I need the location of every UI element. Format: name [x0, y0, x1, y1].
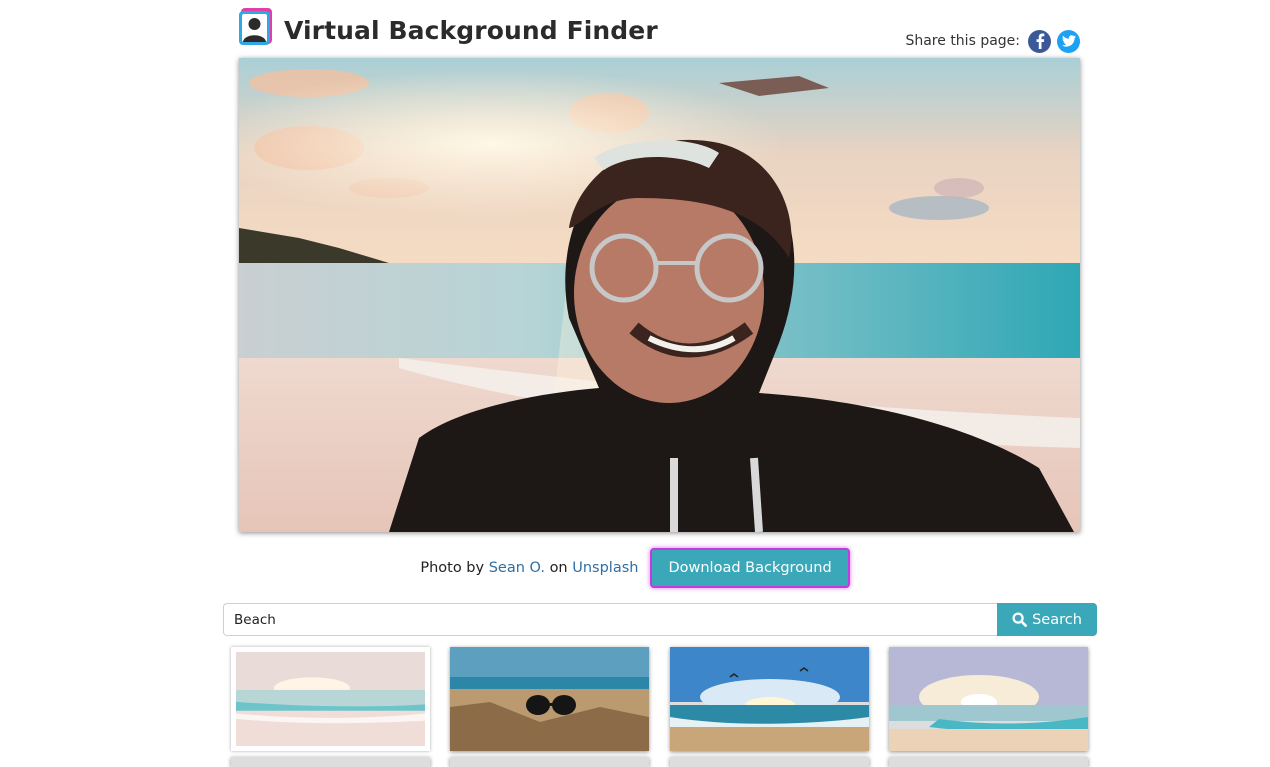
thumbnail-row2-1[interactable] — [231, 757, 430, 767]
credit-middle: on — [549, 560, 568, 576]
share-bar: Share this page: — [905, 28, 1080, 54]
thumbnail-grid — [231, 647, 1091, 767]
header: Virtual Background Finder Share this pag… — [238, 6, 1080, 54]
thumbnail-image — [450, 647, 649, 751]
thumbnail-beach-birds[interactable] — [670, 647, 869, 751]
facebook-share-button[interactable] — [1028, 29, 1051, 53]
share-label: Share this page: — [905, 33, 1020, 49]
thumbnail-image — [889, 647, 1088, 751]
thumbnail-row2-3[interactable] — [670, 757, 869, 767]
photo-credit: Photo by Sean O. on Unsplash — [420, 560, 638, 576]
author-link[interactable]: Sean O. — [489, 560, 545, 576]
app-logo-icon — [239, 8, 272, 45]
search-bar: Search — [223, 603, 1097, 636]
twitter-share-button[interactable] — [1057, 29, 1080, 53]
thumbnail-row2-2[interactable] — [450, 757, 649, 767]
page-title: Virtual Background Finder — [284, 16, 658, 45]
thumbnail-row2-4[interactable] — [889, 757, 1088, 767]
twitter-icon — [1061, 35, 1076, 47]
thumbnail-bright-sun[interactable] — [889, 647, 1088, 751]
background-preview — [239, 58, 1080, 532]
unsplash-link[interactable]: Unsplash — [572, 560, 638, 576]
credit-prefix: Photo by — [420, 560, 485, 576]
download-background-button[interactable]: Download Background — [650, 548, 850, 588]
preview-image — [239, 58, 1080, 532]
search-icon — [1012, 612, 1027, 627]
facebook-icon — [1036, 33, 1044, 49]
thumbnail-image — [670, 647, 869, 751]
credit-row: Photo by Sean O. on Unsplash Download Ba… — [0, 546, 1270, 590]
thumbnail-image — [236, 652, 425, 746]
thumbnail-sunglasses-sand[interactable] — [450, 647, 649, 751]
search-input[interactable] — [223, 603, 997, 636]
thumbnail-pastel-beach[interactable] — [231, 647, 430, 751]
search-button-label: Search — [1032, 611, 1082, 628]
search-button[interactable]: Search — [997, 603, 1097, 636]
